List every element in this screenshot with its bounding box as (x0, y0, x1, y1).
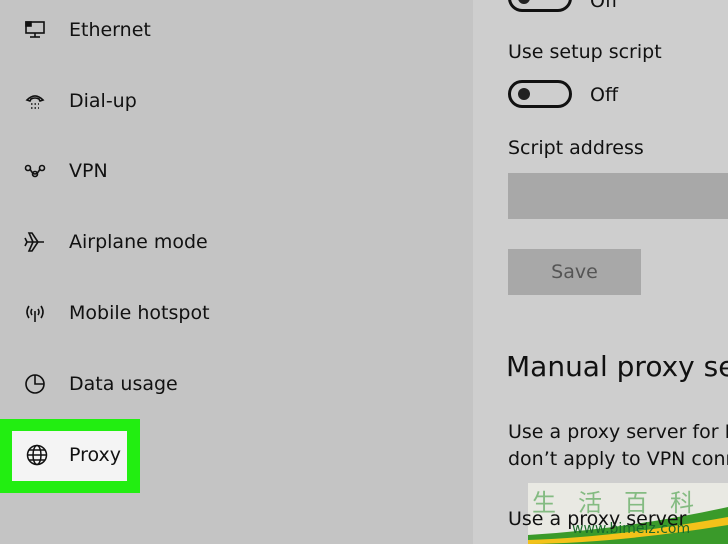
manual-proxy-heading: Manual proxy set (506, 350, 728, 383)
sidebar-item-label: Dial-up (69, 90, 137, 112)
sidebar-item-label: Mobile hotspot (69, 302, 210, 324)
use-proxy-label: Use a proxy server (508, 508, 687, 530)
dialup-icon (22, 88, 48, 114)
script-address-input[interactable] (508, 173, 728, 219)
toggle-state: Off (590, 84, 619, 106)
manual-proxy-desc: don’t apply to VPN conn (508, 448, 728, 470)
vpn-icon (22, 158, 48, 184)
setup-script-label: Use setup script (508, 41, 662, 63)
ethernet-icon (22, 17, 48, 43)
toggle-state: Off (590, 0, 619, 12)
sidebar-item-label: VPN (69, 160, 108, 182)
sidebar-item-label: Ethernet (69, 19, 151, 41)
manual-proxy-desc: Use a proxy server for Et (508, 421, 728, 443)
script-address-label: Script address (508, 137, 644, 159)
auto-detect-toggle[interactable] (508, 0, 572, 12)
airplane-icon (22, 229, 48, 255)
sidebar-item-label: Airplane mode (69, 231, 208, 253)
sidebar-item-label: Proxy (69, 444, 122, 466)
save-button[interactable]: Save (508, 249, 641, 295)
data-usage-icon (22, 371, 48, 397)
setup-script-toggle[interactable] (508, 80, 572, 108)
sidebar-item-label: Data usage (69, 373, 178, 395)
globe-icon (24, 442, 50, 468)
hotspot-icon (22, 300, 48, 326)
